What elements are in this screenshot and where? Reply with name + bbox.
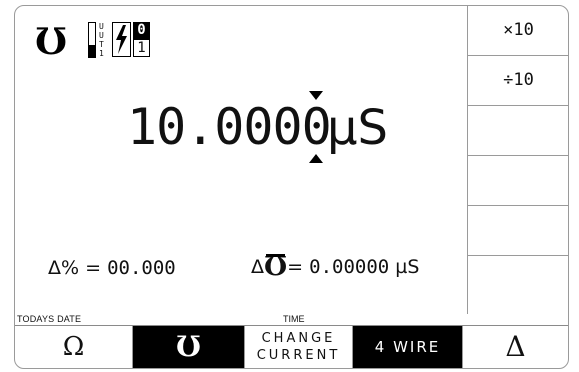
- softkey-4[interactable]: [468, 156, 568, 206]
- uut-label: U U T 1: [99, 22, 104, 58]
- delta-button[interactable]: Δ: [463, 326, 568, 368]
- delta-percent-readout: Δ% = 00.000: [48, 256, 176, 280]
- softkey-5[interactable]: [468, 206, 568, 256]
- mho-mode-icon: Ʊ: [35, 21, 68, 63]
- softkey-3[interactable]: [468, 106, 568, 156]
- cursor-up-arrow-icon: [309, 154, 324, 163]
- mho-mode-button[interactable]: Ʊ: [133, 326, 245, 368]
- ohm-mode-button[interactable]: Ω: [15, 326, 133, 368]
- delta-percent-label: Δ% =: [48, 257, 102, 279]
- change-current-line1: CHANGE: [261, 331, 336, 346]
- delta-prefix: Δ: [251, 256, 264, 278]
- reading-unit: µS: [327, 100, 389, 156]
- time-label: TIME: [283, 314, 305, 324]
- cursor-down-arrow-icon: [309, 91, 324, 100]
- uut-indicator: U U T 1: [88, 22, 106, 58]
- change-current-line2: CURRENT: [256, 348, 341, 363]
- delta-siemens-unit: µS: [395, 256, 420, 278]
- lightning-bolt-icon: [112, 22, 131, 57]
- divide-ten-button[interactable]: ÷10: [468, 56, 568, 106]
- four-wire-button[interactable]: 4 WIRE: [353, 326, 463, 368]
- side-softkeys: ×10 ÷10: [467, 6, 568, 314]
- range-bottom: 1: [133, 39, 150, 57]
- delta-siemens-readout: ΔƱ= 0.00000 µS: [251, 251, 419, 281]
- change-current-button[interactable]: CHANGE CURRENT: [245, 326, 353, 368]
- delta-equals: =: [287, 256, 304, 278]
- main-display-area: Ʊ U U T 1 0 1 10.000 0 µS Δ% = 00.000 ΔƱ…: [15, 6, 467, 314]
- softkey-6[interactable]: [468, 256, 568, 314]
- mho-bar-icon: Ʊ: [264, 252, 288, 282]
- delta-percent-value: 00.000: [107, 257, 176, 279]
- reading-value: 10.000: [127, 98, 303, 156]
- uut-level-bar: [88, 22, 96, 58]
- times-ten-button[interactable]: ×10: [468, 6, 568, 56]
- calibrator-display: Ʊ U U T 1 0 1 10.000 0 µS Δ% = 00.000 ΔƱ…: [14, 5, 569, 369]
- delta-siemens-value: 0.00000: [309, 256, 390, 278]
- range-top: 0: [133, 22, 150, 39]
- todays-date-label: TODAYS DATE: [17, 314, 82, 324]
- main-reading: 10.000 0: [127, 91, 332, 163]
- range-indicator: 0 1: [133, 22, 150, 57]
